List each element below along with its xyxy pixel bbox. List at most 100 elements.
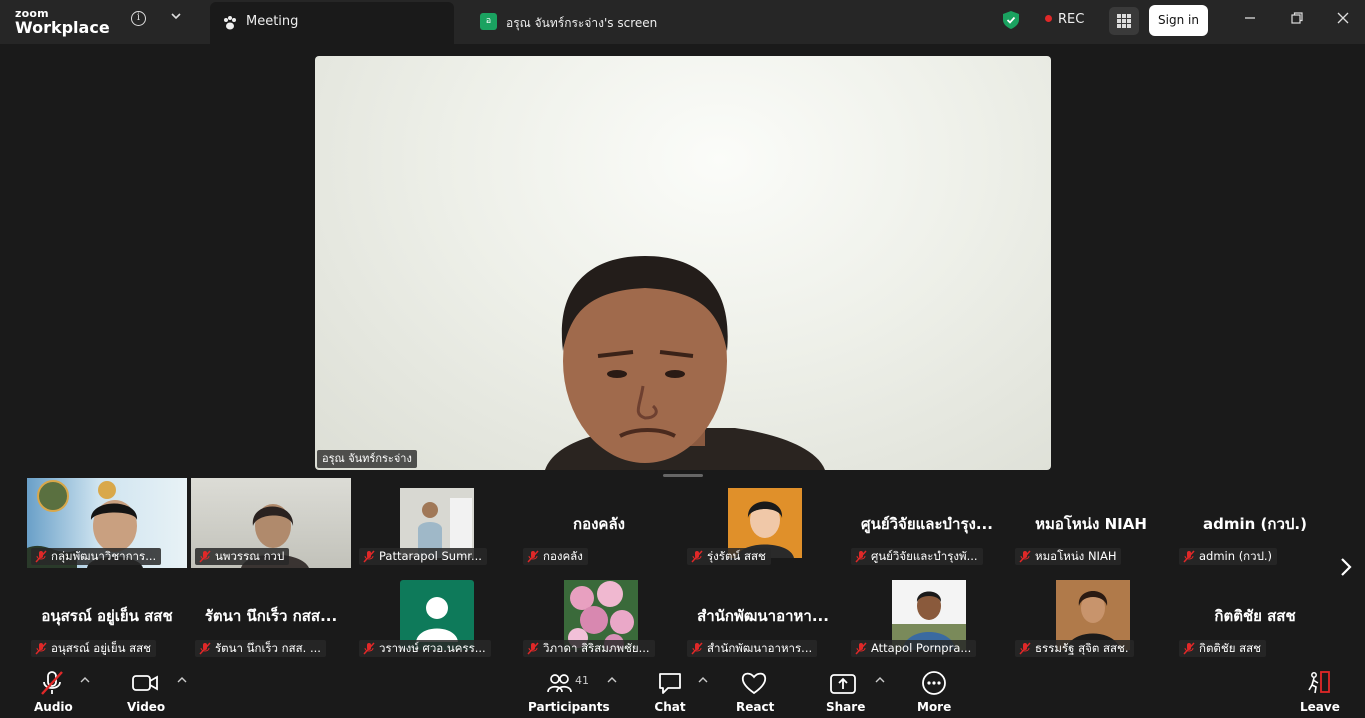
participant-display-name: อนุสรณ์ อยู่เย็น สสช	[41, 607, 173, 625]
participant-tile[interactable]: กลุ่มพัฒนาวิชาการ...	[27, 478, 187, 568]
meeting-toolbar: Audio Video Participants 41 Chat React S…	[0, 660, 1365, 718]
heart-icon	[741, 672, 767, 695]
leave-door-icon	[1308, 671, 1330, 694]
muted-mic-icon	[691, 642, 703, 655]
restore-icon[interactable]	[1287, 10, 1307, 30]
participant-tile[interactable]: กิตติชัย สสช กิตติชัย สสช	[1175, 570, 1335, 660]
participants-options-icon[interactable]	[607, 674, 617, 687]
chat-button[interactable]: Chat	[653, 670, 687, 714]
participant-tile[interactable]: Attapol Pornpra...	[847, 570, 1007, 660]
muted-mic-icon	[363, 642, 375, 655]
active-speaker-name: อรุณ จันทร์กระจ่าง	[317, 450, 417, 468]
audio-label: Audio	[34, 700, 73, 714]
participant-tile[interactable]: admin (กวป.) admin (กวป.)	[1175, 478, 1335, 568]
participant-name: ธรรมรัฐ สุจิต สสช.	[1035, 641, 1129, 655]
active-speaker-video[interactable]	[315, 56, 1051, 470]
tab-meeting-label: Meeting	[246, 14, 299, 29]
leave-label: Leave	[1300, 700, 1340, 714]
shield-check-icon[interactable]	[1003, 11, 1019, 29]
brand-bottom: Workplace	[15, 18, 110, 37]
resize-handle[interactable]	[663, 474, 703, 477]
chat-label: Chat	[654, 700, 686, 714]
muted-mic-icon	[855, 550, 867, 563]
participant-tile[interactable]: หมอโหน่ง NIAH หมอโหน่ง NIAH	[1011, 478, 1171, 568]
gallery-next-icon[interactable]	[1339, 556, 1353, 584]
muted-mic-icon	[1183, 550, 1195, 563]
muted-mic-icon	[199, 642, 211, 655]
more-button[interactable]: More	[917, 670, 951, 714]
info-icon[interactable]: i	[131, 11, 146, 26]
participant-name-tag: กิตติชัย สสช	[1179, 640, 1266, 657]
participant-display-name: หมอโหน่ง NIAH	[1035, 515, 1147, 533]
participant-name: หมอโหน่ง NIAH	[1035, 549, 1117, 563]
chat-bubble-icon	[659, 673, 681, 694]
participant-display-name: สำนักพัฒนาอาหา...	[697, 607, 829, 625]
video-label: Video	[127, 700, 166, 714]
participant-name: นพวรรณ กวป	[215, 549, 285, 563]
share-avatar-icon: อ	[480, 13, 497, 30]
participant-name: กิตติชัย สสช	[1199, 641, 1261, 655]
muted-mic-icon	[1183, 642, 1195, 655]
muted-mic-icon	[691, 550, 703, 563]
share-options-icon[interactable]	[875, 674, 885, 687]
participant-name-tag: สำนักพัฒนาอาหาร...	[687, 640, 818, 657]
participant-display-name: admin (กวป.)	[1203, 515, 1307, 533]
recording-indicator[interactable]: REC	[1045, 12, 1084, 27]
react-button[interactable]: React	[736, 670, 775, 714]
rec-label: REC	[1058, 12, 1085, 27]
sign-in-button[interactable]: Sign in	[1149, 5, 1208, 36]
chat-options-icon[interactable]	[698, 674, 708, 687]
close-icon[interactable]	[1333, 10, 1353, 30]
muted-mic-icon	[527, 642, 539, 655]
react-label: React	[736, 700, 775, 714]
muted-mic-icon	[35, 550, 47, 563]
participant-tile[interactable]: วราพงษ์ ศวอ.นครร...	[355, 570, 515, 660]
participant-name-tag: ศูนย์วิจัยและบำรุงพั...	[851, 548, 983, 565]
share-button[interactable]: Share	[826, 670, 865, 714]
speaker-video-frame	[545, 256, 825, 470]
view-grid-button[interactable]	[1109, 7, 1139, 35]
participant-name: Attapol Pornpra...	[871, 641, 972, 655]
leave-button[interactable]: Leave	[1300, 670, 1340, 714]
participant-name-tag: วิภาดา สิริสมภพชัย...	[523, 640, 655, 657]
tab-meeting[interactable]: Meeting	[210, 2, 454, 44]
participant-tile[interactable]: สำนักพัฒนาอาหา... สำนักพัฒนาอาหาร...	[683, 570, 843, 660]
participant-display-name: กองคลัง	[573, 515, 625, 533]
participants-label: Participants	[528, 700, 610, 714]
participant-display-name: กิตติชัย สสช	[1214, 607, 1296, 625]
muted-mic-icon	[1019, 642, 1031, 655]
participant-tile[interactable]: ศูนย์วิจัยและบำรุง... ศูนย์วิจัยและบำรุง…	[847, 478, 1007, 568]
muted-mic-icon	[527, 550, 539, 563]
participant-name-tag: Pattarapol Sumr...	[359, 548, 487, 565]
participant-name: กลุ่มพัฒนาวิชาการ...	[51, 549, 157, 563]
participant-name: รัตนา นึกเร็ว กสส. ...	[215, 641, 321, 655]
minimize-icon[interactable]	[1240, 10, 1260, 30]
participant-tile[interactable]: วิภาดา สิริสมภพชัย...	[519, 570, 679, 660]
participant-name-tag: กองคลัง	[523, 548, 588, 565]
audio-options-icon[interactable]	[80, 674, 90, 687]
participant-name: Pattarapol Sumr...	[379, 549, 482, 563]
participant-name: วราพงษ์ ศวอ.นครร...	[379, 641, 486, 655]
participant-tile[interactable]: ธรรมรัฐ สุจิต สสช.	[1011, 570, 1171, 660]
muted-mic-icon	[855, 642, 867, 655]
participant-tile[interactable]: กองคลัง กองคลัง	[519, 478, 679, 568]
muted-mic-icon	[41, 671, 63, 695]
video-options-icon[interactable]	[177, 674, 187, 687]
participant-display-name: รัตนา นึกเร็ว กสส...	[204, 607, 338, 625]
participant-tile[interactable]: รุ่งรัตน์ สสช	[683, 478, 843, 568]
muted-mic-icon	[35, 642, 47, 655]
participant-name-tag: อนุสรณ์ อยู่เย็น สสช	[31, 640, 156, 657]
video-button[interactable]: Video	[127, 670, 166, 714]
title-bar: zoom Workplace i Meeting อ อรุณ จันทร์กร…	[0, 0, 1365, 44]
share-screen-icon	[830, 674, 856, 694]
participant-name-tag: Attapol Pornpra...	[851, 640, 977, 657]
participant-tile[interactable]: รัตนา นึกเร็ว กสส... รัตนา นึกเร็ว กสส. …	[191, 570, 351, 660]
participant-tile[interactable]: อนุสรณ์ อยู่เย็น สสช อนุสรณ์ อยู่เย็น สส…	[27, 570, 187, 660]
muted-mic-icon	[363, 550, 375, 563]
participant-tile[interactable]: นพวรรณ กวป	[191, 478, 351, 568]
participant-name: สำนักพัฒนาอาหาร...	[707, 641, 813, 655]
chevron-down-icon[interactable]	[170, 10, 182, 25]
participant-tile[interactable]: Pattarapol Sumr...	[355, 478, 515, 568]
participant-name: รุ่งรัตน์ สสช	[707, 549, 766, 563]
audio-button[interactable]: Audio	[34, 670, 73, 714]
